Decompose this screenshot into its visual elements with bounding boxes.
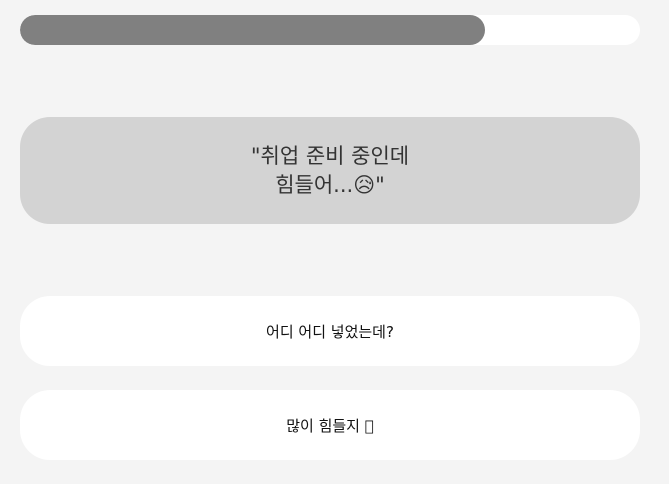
answer-label: 어디 어디 넣었는데? (266, 322, 394, 341)
question-card: "취업 준비 중인데 힘들어...😥" (20, 117, 640, 224)
progress-bar-fill (20, 15, 485, 45)
answer-button-2[interactable]: 많이 힘들지 􀀀 (20, 390, 640, 460)
progress-bar (20, 15, 640, 45)
question-text: "취업 준비 중인데 힘들어...😥" (250, 143, 410, 197)
answer-label: 많이 힘들지 􀀀 (286, 416, 374, 435)
answer-button-1[interactable]: 어디 어디 넣었는데? (20, 296, 640, 366)
